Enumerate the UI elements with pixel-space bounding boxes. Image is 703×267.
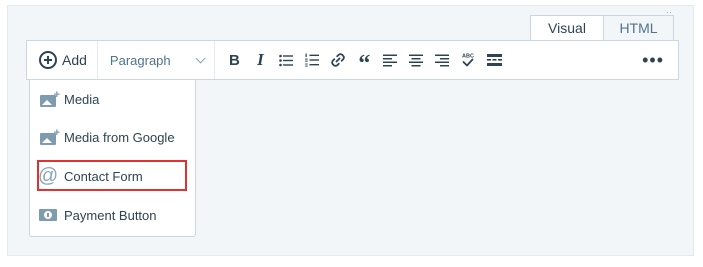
media-icon: + bbox=[38, 89, 60, 108]
tab-visual[interactable]: Visual bbox=[530, 15, 604, 41]
editor-toolbar: Add Paragraph B I “ ABC ••• bbox=[26, 40, 679, 80]
read-more-button[interactable] bbox=[483, 47, 506, 73]
spellcheck-icon: ABC bbox=[462, 54, 474, 67]
paragraph-format-select[interactable]: Paragraph bbox=[96, 41, 215, 79]
add-button[interactable]: Add bbox=[27, 41, 97, 79]
align-center-button[interactable] bbox=[405, 47, 428, 73]
align-left-button[interactable] bbox=[379, 47, 402, 73]
add-menu-dropdown: + Media + Media from Google @ Contact Fo… bbox=[29, 80, 196, 237]
align-left-icon bbox=[383, 54, 398, 66]
numbered-list-icon bbox=[305, 53, 320, 67]
bulleted-list-icon bbox=[279, 54, 294, 66]
menu-item-label: Media from Google bbox=[64, 129, 175, 145]
menu-item-media[interactable]: + Media bbox=[38, 85, 99, 113]
format-select-value: Paragraph bbox=[109, 52, 171, 68]
menu-item-media-from-google[interactable]: + Media from Google bbox=[38, 123, 175, 151]
link-button[interactable] bbox=[327, 47, 350, 73]
menu-item-label: Media bbox=[64, 91, 100, 107]
more-options-button[interactable]: ••• bbox=[642, 50, 664, 71]
payment-icon bbox=[38, 206, 58, 224]
media-icon: + bbox=[38, 127, 60, 146]
align-right-button[interactable] bbox=[431, 47, 454, 73]
align-center-icon bbox=[409, 54, 424, 66]
spellcheck-icon-label: ABC bbox=[462, 54, 474, 60]
bulleted-list-button[interactable] bbox=[275, 47, 298, 73]
chevron-down-icon bbox=[195, 53, 206, 64]
link-icon bbox=[331, 53, 346, 67]
align-right-icon bbox=[435, 54, 450, 66]
add-button-label: Add bbox=[62, 52, 87, 68]
bold-button[interactable]: B bbox=[223, 47, 246, 73]
menu-item-payment-button[interactable]: Payment Button bbox=[38, 201, 157, 229]
italic-button[interactable]: I bbox=[249, 47, 272, 73]
read-more-icon bbox=[486, 54, 502, 66]
menu-item-label: Payment Button bbox=[64, 207, 157, 223]
tab-html[interactable]: HTML bbox=[604, 15, 674, 41]
spellcheck-button[interactable]: ABC bbox=[457, 47, 480, 73]
highlight-box bbox=[37, 160, 187, 191]
plus-circle-icon bbox=[39, 51, 57, 69]
formatting-tools: B I “ ABC bbox=[215, 41, 509, 79]
editor-mode-tabs: Visual HTML bbox=[530, 15, 674, 41]
numbered-list-button[interactable] bbox=[301, 47, 324, 73]
blockquote-button[interactable]: “ bbox=[353, 43, 376, 77]
